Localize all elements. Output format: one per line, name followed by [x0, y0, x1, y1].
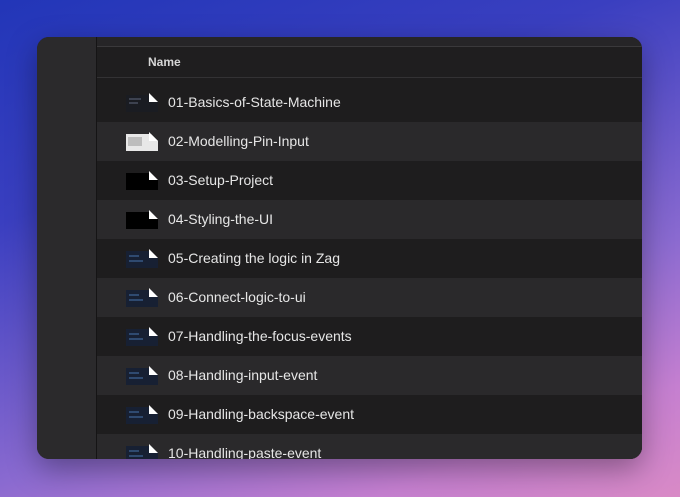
video-file-icon [126, 132, 159, 151]
file-row[interactable]: 04-Styling-the-UI [97, 200, 642, 239]
file-name: 02-Modelling-Pin-Input [168, 133, 309, 149]
file-name: 10-Handling-paste-event [168, 445, 322, 459]
video-file-icon [126, 444, 159, 459]
file-row[interactable]: 08-Handling-input-event [97, 356, 642, 395]
file-row[interactable]: 03-Setup-Project [97, 161, 642, 200]
file-row[interactable]: 06-Connect-logic-to-ui [97, 278, 642, 317]
file-name: 07-Handling-the-focus-events [168, 328, 352, 344]
file-name: 08-Handling-input-event [168, 367, 318, 383]
file-row[interactable]: 07-Handling-the-focus-events [97, 317, 642, 356]
file-name: 03-Setup-Project [168, 172, 274, 188]
column-header-bar: Name [97, 47, 642, 78]
column-header-name[interactable]: Name [148, 55, 181, 69]
file-list-pane: Name 01-Basics-of-State-Machine 02-Model… [97, 37, 642, 459]
toolbar-strip [97, 37, 642, 47]
file-row[interactable]: 10-Handling-paste-event [97, 434, 642, 459]
video-file-icon [126, 171, 159, 190]
finder-window: Name 01-Basics-of-State-Machine 02-Model… [37, 37, 642, 459]
video-file-icon [126, 210, 159, 229]
file-row[interactable]: 01-Basics-of-State-Machine [97, 83, 642, 122]
video-file-icon [126, 249, 159, 268]
video-file-icon [126, 327, 159, 346]
file-name: 04-Styling-the-UI [168, 211, 274, 227]
file-name: 06-Connect-logic-to-ui [168, 289, 306, 305]
sidebar [37, 37, 97, 459]
video-file-icon [126, 366, 159, 385]
file-name: 05-Creating the logic in Zag [168, 250, 340, 266]
file-name: 01-Basics-of-State-Machine [168, 94, 341, 110]
video-file-icon [126, 93, 159, 112]
file-rows: 01-Basics-of-State-Machine 02-Modelling-… [97, 83, 642, 459]
video-file-icon [126, 288, 159, 307]
video-file-icon [126, 405, 159, 424]
file-name: 09-Handling-backspace-event [168, 406, 354, 422]
file-row[interactable]: 02-Modelling-Pin-Input [97, 122, 642, 161]
file-row[interactable]: 09-Handling-backspace-event [97, 395, 642, 434]
file-row[interactable]: 05-Creating the logic in Zag [97, 239, 642, 278]
